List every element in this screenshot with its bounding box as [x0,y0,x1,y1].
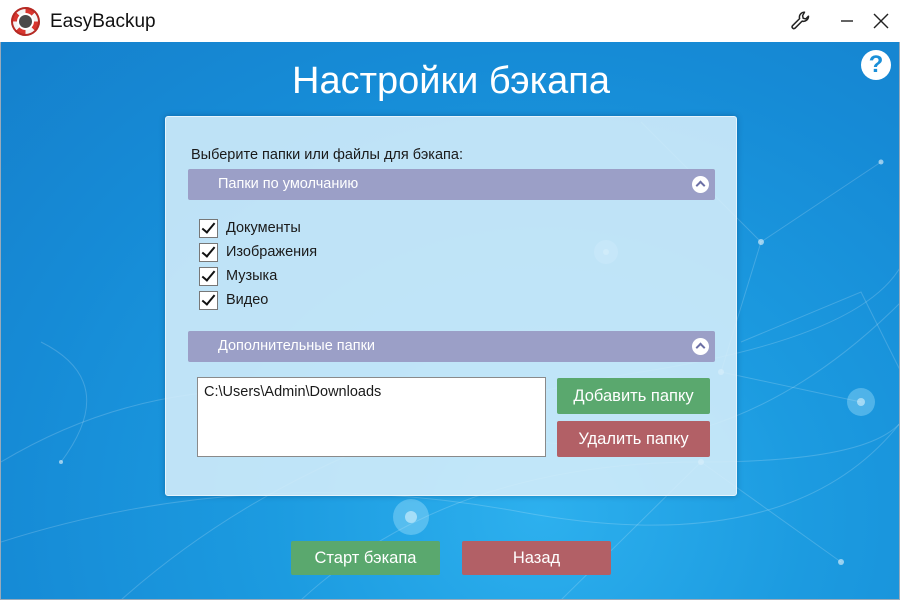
checkbox-label: Изображения [226,244,318,260]
minimize-icon[interactable] [832,6,862,36]
checkbox-box[interactable] [199,218,218,238]
start-backup-button[interactable]: Старт бэкапа [291,541,440,575]
checkbox-images[interactable]: Изображения [199,241,317,263]
main-area: ? Настройки бэкапа Выберите папки или фа… [0,42,900,600]
default-folders-header[interactable]: Папки по умолчанию [188,169,715,200]
checkbox-box[interactable] [199,290,218,310]
selection-prompt: Выберите папки или файлы для бэкапа: [191,147,463,163]
checkbox-label: Документы [226,220,301,236]
lifebuoy-icon [11,7,40,36]
close-icon[interactable] [866,6,896,36]
checkbox-music[interactable]: Музыка [199,265,277,287]
extra-folders-title: Дополнительные папки [218,338,376,354]
wrench-icon[interactable] [786,6,816,36]
checkbox-box[interactable] [199,266,218,286]
checkbox-documents[interactable]: Документы [199,217,301,239]
checkbox-box[interactable] [199,242,218,262]
default-folders-title: Папки по умолчанию [218,176,359,192]
remove-folder-button[interactable]: Удалить папку [557,421,710,457]
backup-settings-panel: Выберите папки или файлы для бэкапа: Пап… [165,116,737,496]
checkbox-label: Видео [226,292,269,308]
window-title: EasyBackup [50,11,156,32]
checkbox-video[interactable]: Видео [199,289,268,311]
chevron-up-icon[interactable] [692,176,709,193]
title-bar: EasyBackup [0,0,900,42]
extra-folders-header[interactable]: Дополнительные папки [188,331,715,362]
extra-folders-list[interactable]: C:\Users\Admin\Downloads [197,377,546,457]
list-item[interactable]: C:\Users\Admin\Downloads [204,384,381,400]
back-button[interactable]: Назад [462,541,611,575]
checkbox-label: Музыка [226,268,278,284]
chevron-up-icon[interactable] [692,338,709,355]
add-folder-button[interactable]: Добавить папку [557,378,710,414]
page-title: Настройки бэкапа [292,60,610,102]
